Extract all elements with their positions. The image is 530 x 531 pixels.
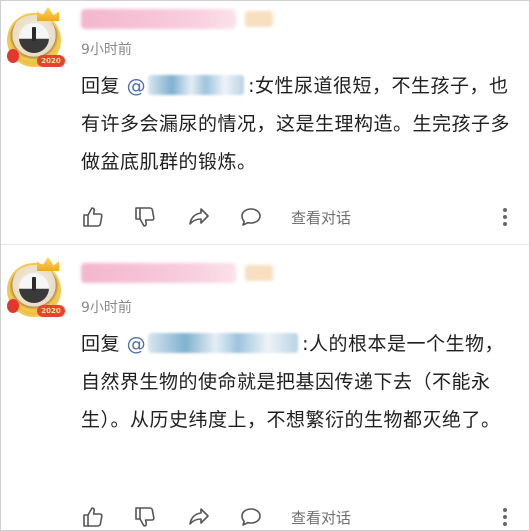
avatar-year-badge: 2020 [37, 55, 65, 67]
comment-list: 2020 9小时前 回复 @:女性尿道很短，不生孩子，也有许多会漏尿的情况，这是… [0, 0, 530, 531]
mention-username-redacted[interactable] [148, 332, 299, 353]
comment-text: 回复 @:人的根本是一个生物，自然界生物的使命就是把基因传递下去（不能永生）。从… [81, 325, 521, 439]
view-dialog-link[interactable]: 查看对话 [291, 207, 351, 228]
speech-bubble-icon[interactable] [239, 505, 263, 529]
avatar-image [19, 273, 49, 303]
share-arrow-icon[interactable] [187, 505, 211, 529]
action-bar: 查看对话 [81, 503, 521, 530]
mention-at[interactable]: @ [127, 75, 147, 97]
view-dialog-link[interactable]: 查看对话 [291, 507, 351, 528]
thumbs-up-icon[interactable] [81, 205, 105, 229]
comment-item: 2020 9小时前 回复 @:人的根本是一个生物，自然界生物的使命就是把基因传递… [1, 245, 529, 530]
avatar[interactable]: 2020 [7, 257, 67, 319]
thumbs-down-icon[interactable] [133, 205, 157, 229]
user-level-badge [245, 11, 273, 27]
speech-bubble-icon[interactable] [239, 205, 263, 229]
action-bar: 查看对话 [81, 203, 521, 231]
avatar-image [19, 23, 49, 53]
username-redacted[interactable] [81, 263, 236, 283]
reply-prefix: 回复 [81, 333, 121, 355]
comment-text: 回复 @:女性尿道很短，不生孩子，也有许多会漏尿的情况，这是生理构造。生完孩子多… [81, 67, 521, 181]
user-level-badge [245, 265, 273, 281]
avatar-year-badge: 2020 [37, 305, 65, 317]
mention-colon: : [248, 75, 255, 97]
lantern-icon [7, 49, 19, 63]
reply-prefix: 回复 [81, 75, 121, 97]
mention-at[interactable]: @ [127, 333, 147, 355]
more-dots-icon[interactable] [493, 205, 517, 229]
thumbs-up-icon[interactable] [81, 505, 105, 529]
mention-colon: : [302, 333, 309, 355]
avatar[interactable]: 2020 [7, 7, 67, 69]
timestamp: 9小时前 [81, 42, 132, 58]
crown-icon [37, 7, 59, 21]
mention-username-redacted[interactable] [148, 74, 245, 95]
username-redacted[interactable] [81, 9, 236, 29]
share-arrow-icon[interactable] [187, 205, 211, 229]
thumbs-down-icon[interactable] [133, 505, 157, 529]
lantern-icon [7, 299, 19, 313]
timestamp: 9小时前 [81, 300, 132, 316]
crown-icon [37, 257, 59, 271]
comment-item: 2020 9小时前 回复 @:女性尿道很短，不生孩子，也有许多会漏尿的情况，这是… [1, 1, 529, 244]
more-dots-icon[interactable] [493, 505, 517, 529]
